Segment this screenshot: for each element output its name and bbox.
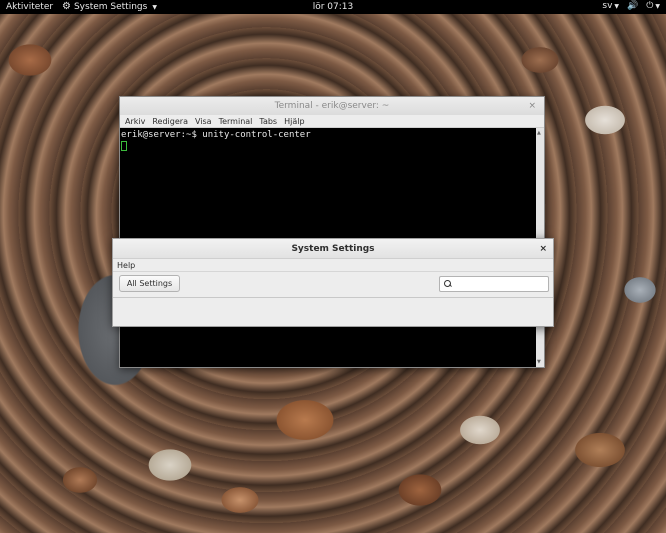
- menu-tabs[interactable]: Tabs: [259, 117, 277, 126]
- system-settings-window: System Settings × Help All Settings: [112, 238, 554, 327]
- chevron-down-icon: ▼: [655, 3, 660, 10]
- terminal-menubar: Arkiv Redigera Visa Terminal Tabs Hjälp: [120, 115, 544, 128]
- terminal-window: Terminal - erik@server: ~ × Arkiv Redige…: [119, 96, 545, 368]
- top-bar: Aktiviteter ⚙ System Settings ▼ lör 07:1…: [0, 0, 666, 14]
- terminal-close-button[interactable]: ×: [528, 97, 536, 115]
- system-tray: sv ▼ 🔊 ⏻ ▼: [602, 1, 660, 11]
- keyboard-layout-label: sv: [602, 1, 613, 11]
- terminal-cursor: [121, 141, 127, 151]
- settings-close-button[interactable]: ×: [539, 239, 547, 259]
- settings-title: System Settings: [291, 244, 375, 254]
- clock[interactable]: lör 07:13: [0, 2, 666, 12]
- scroll-up-icon[interactable]: ▲: [537, 130, 541, 136]
- settings-toolbar: All Settings: [113, 272, 553, 298]
- menu-redigera[interactable]: Redigera: [152, 117, 188, 126]
- terminal-command-line: erik@server:~$ unity-control-center: [121, 130, 311, 140]
- power-icon: ⏻: [646, 1, 654, 11]
- search-icon: [444, 280, 452, 288]
- menu-hjalp[interactable]: Hjälp: [284, 117, 304, 126]
- settings-titlebar[interactable]: System Settings ×: [113, 239, 553, 259]
- terminal-titlebar[interactable]: Terminal - erik@server: ~ ×: [120, 97, 544, 115]
- search-box[interactable]: [439, 276, 549, 292]
- volume-icon[interactable]: 🔊: [627, 1, 638, 11]
- menu-terminal[interactable]: Terminal: [219, 117, 253, 126]
- settings-menubar: Help: [113, 259, 553, 272]
- menu-help[interactable]: Help: [117, 261, 135, 270]
- keyboard-layout-menu[interactable]: sv ▼: [602, 1, 619, 11]
- menu-visa[interactable]: Visa: [195, 117, 212, 126]
- terminal-title: Terminal - erik@server: ~: [274, 101, 390, 111]
- search-input[interactable]: [456, 279, 546, 289]
- all-settings-button[interactable]: All Settings: [119, 275, 180, 292]
- chevron-down-icon: ▼: [614, 3, 620, 10]
- menu-arkiv[interactable]: Arkiv: [125, 117, 145, 126]
- settings-content: [113, 298, 553, 326]
- scroll-down-icon[interactable]: ▼: [537, 359, 541, 365]
- power-menu[interactable]: ⏻ ▼: [646, 1, 660, 11]
